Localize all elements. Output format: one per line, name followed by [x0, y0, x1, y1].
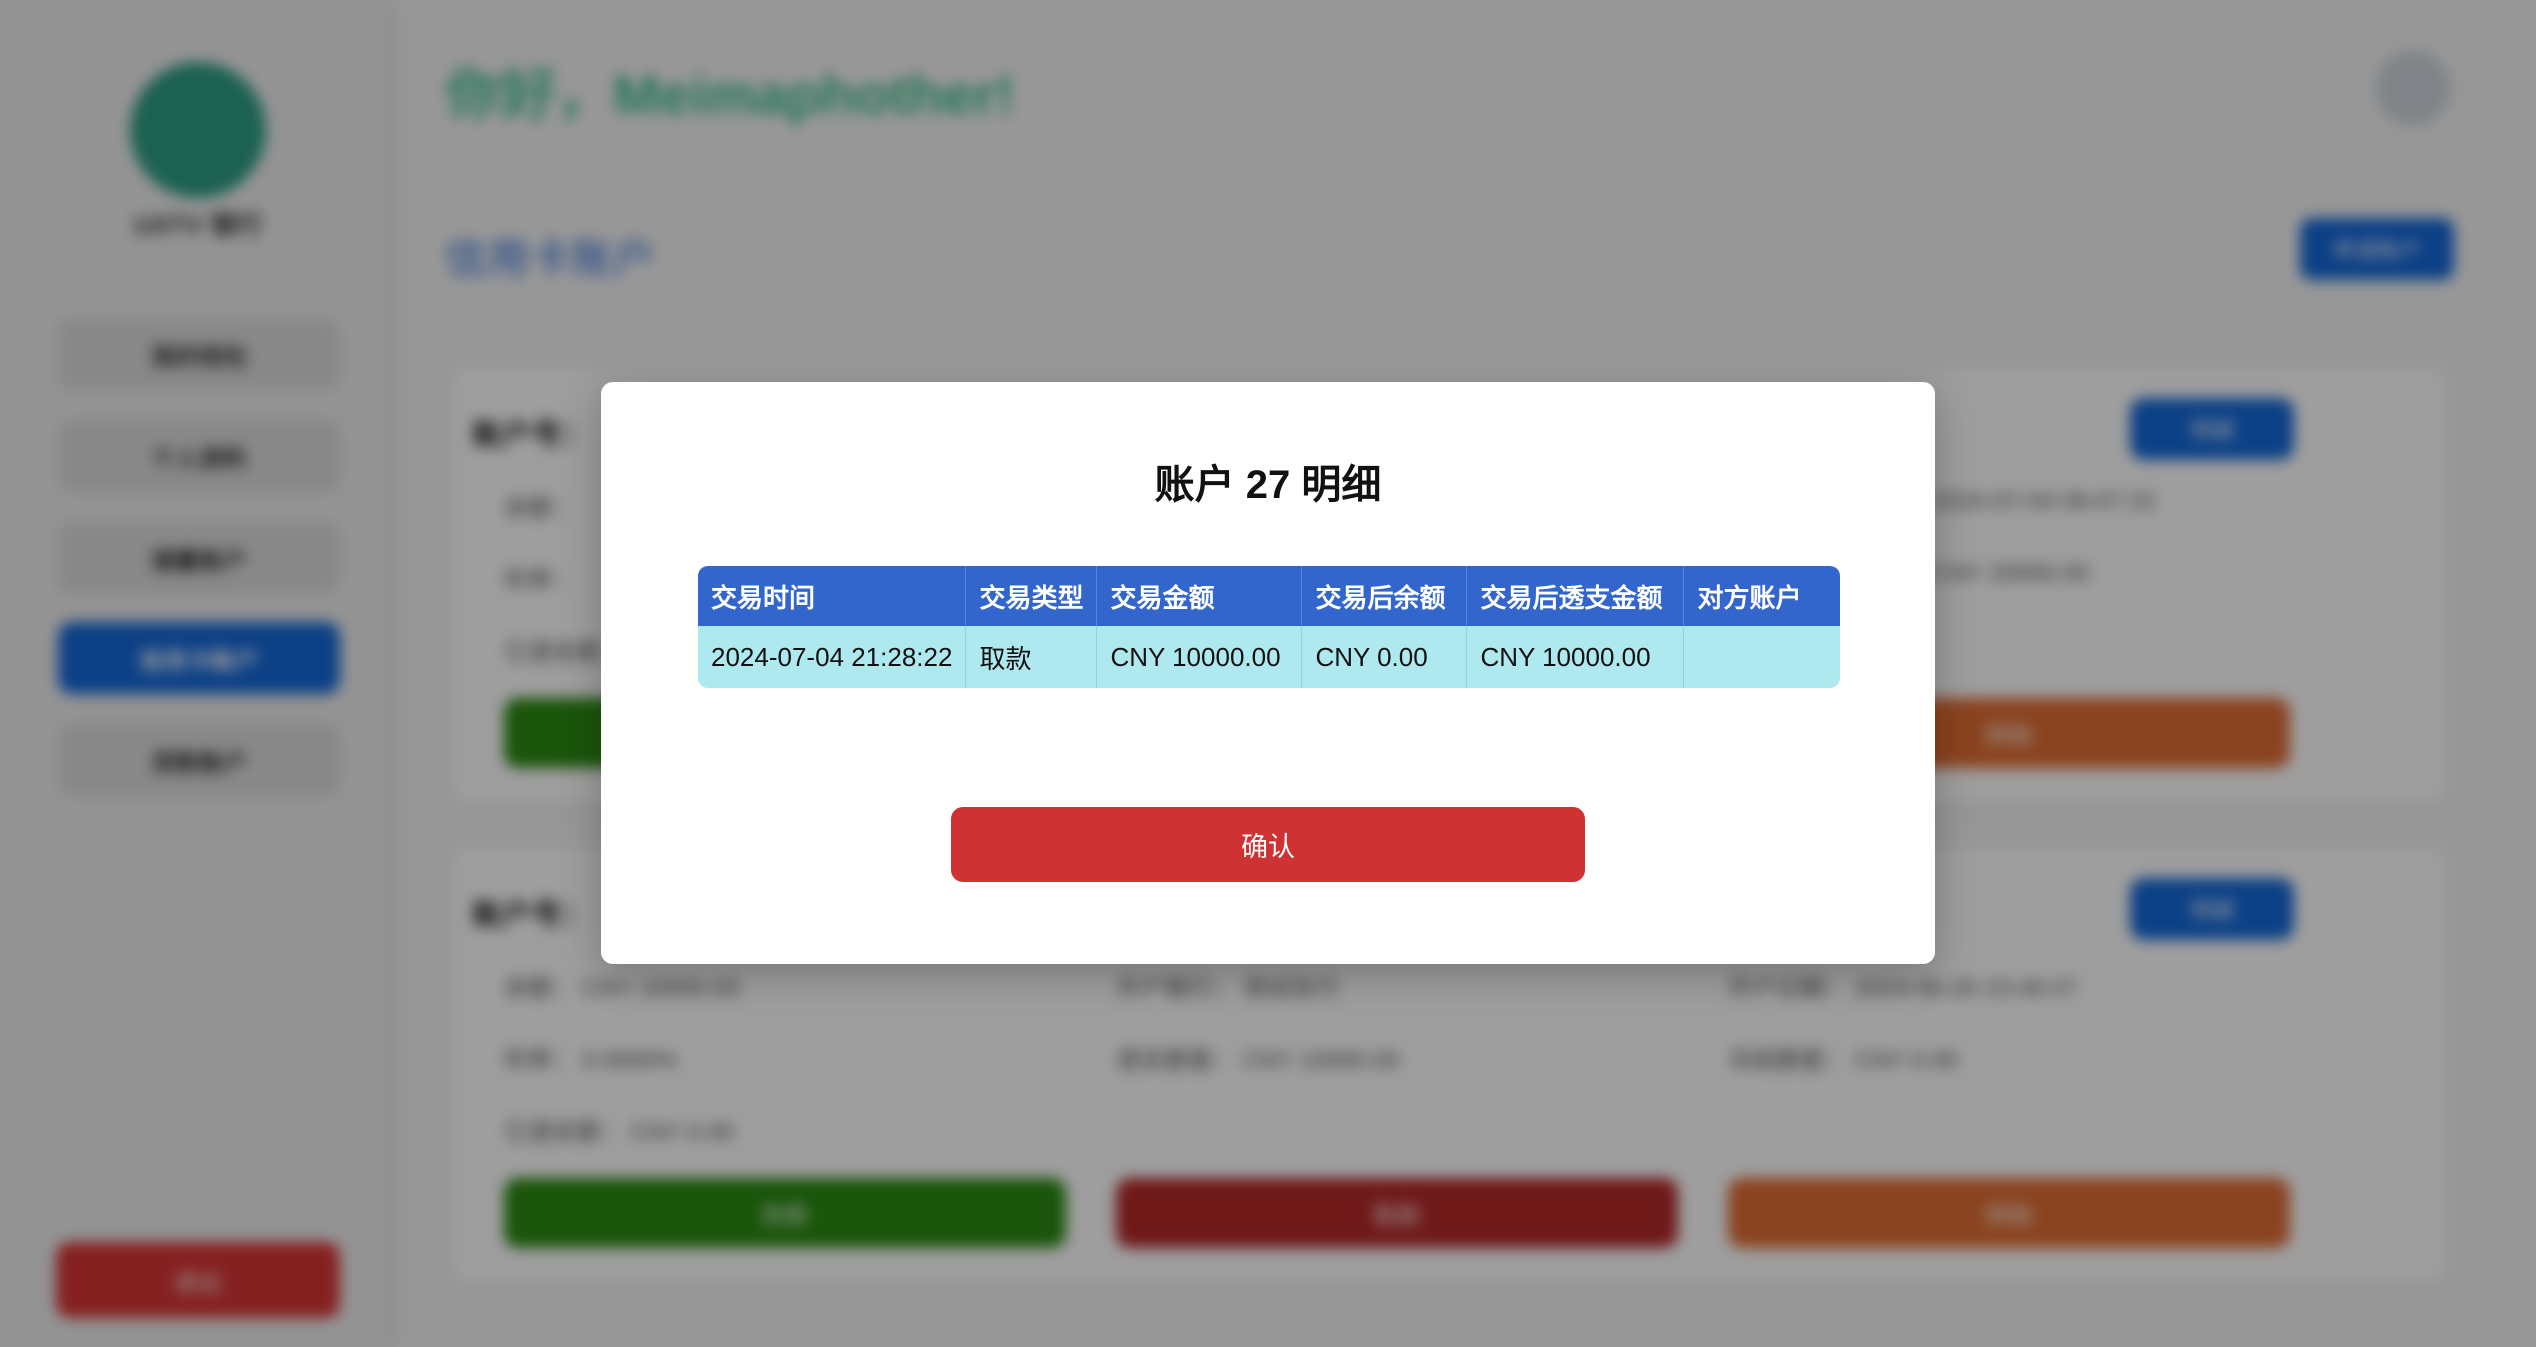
cell-counterparty — [1684, 626, 1840, 688]
column-header-overdraft-after: 交易后透支金额 — [1467, 566, 1685, 626]
column-header-counterparty: 对方账户 — [1684, 566, 1840, 626]
transaction-table: 交易时间 交易类型 交易金额 交易后余额 交易后透支金额 对方账户 2024-0… — [698, 566, 1840, 688]
column-header-time: 交易时间 — [698, 566, 967, 626]
account-detail-modal: 账户 27 明细 交易时间 交易类型 交易金额 交易后余额 交易后透支金额 对方… — [601, 382, 1935, 964]
table-row: 2024-07-04 21:28:22 取款 CNY 10000.00 CNY … — [698, 626, 1840, 688]
cell-type: 取款 — [966, 626, 1098, 688]
confirm-button[interactable]: 确认 — [951, 807, 1585, 882]
cell-overdraft-after: CNY 10000.00 — [1467, 626, 1685, 688]
cell-balance-after: CNY 0.00 — [1302, 626, 1468, 688]
column-header-type: 交易类型 — [966, 566, 1098, 626]
cell-time: 2024-07-04 21:28:22 — [698, 626, 967, 688]
modal-title: 账户 27 明细 — [1154, 463, 1382, 507]
table-header-row: 交易时间 交易类型 交易金额 交易后余额 交易后透支金额 对方账户 — [698, 566, 1840, 626]
cell-amount: CNY 10000.00 — [1097, 626, 1303, 688]
column-header-balance-after: 交易后余额 — [1302, 566, 1468, 626]
column-header-amount: 交易金额 — [1097, 566, 1303, 626]
